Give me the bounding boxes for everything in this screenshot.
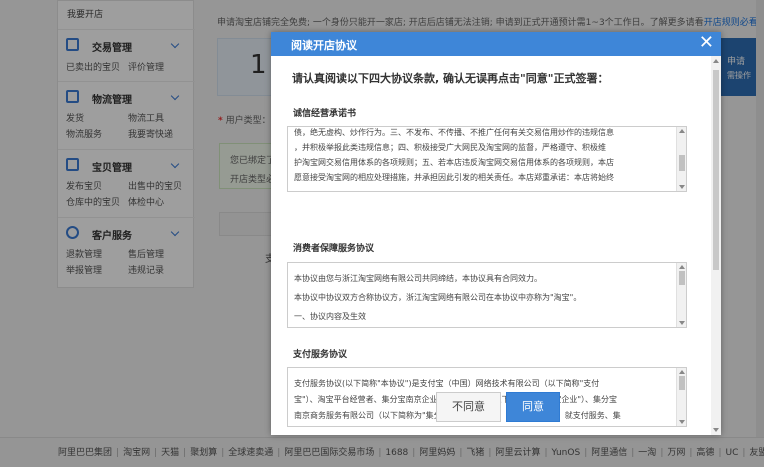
scroll-thumb[interactable] bbox=[679, 271, 685, 285]
agreement-title: 消费者保障服务协议 bbox=[293, 244, 375, 254]
agreement-modal: 阅读开店协议 ✕ 请认真阅读以下四大协议条款, 确认无误再点击"同意"正式签署：… bbox=[271, 32, 721, 435]
scroll-down-icon[interactable] bbox=[713, 428, 719, 432]
agreement-line: 护淘宝网交易信用体系的各项规则；五、若本店违反淘宝网交易信用体系的各项规则，本店 bbox=[294, 158, 614, 167]
close-icon[interactable]: ✕ bbox=[699, 33, 714, 53]
disagree-button[interactable]: 不同意 bbox=[436, 392, 501, 422]
modal-body: 请认真阅读以下四大协议条款, 确认无误再点击"同意"正式签署： 诚信经营承诺书 … bbox=[271, 56, 711, 435]
agree-button[interactable]: 同意 bbox=[506, 392, 560, 422]
scroll-up-icon[interactable] bbox=[679, 129, 685, 133]
agreement-title: 支付服务协议 bbox=[293, 350, 348, 360]
scroll-up-icon[interactable] bbox=[679, 265, 685, 269]
agreement-line: 债，绝无虚构、炒作行为。三、不发布、不传播、不推广任何有关交易信用炒作的违规信息 bbox=[294, 128, 614, 137]
agreement-line: ，并积极举报此类违规信息；四、积极接受广大网民及淘宝网的监督，严格遵守、积极维 bbox=[294, 143, 606, 152]
agreement-line: 愿意接受淘宝网的相应处理措施，并承担因此引发的相关责任。本店郑重承诺：本店将始终 bbox=[294, 173, 614, 182]
modal-intro: 请认真阅读以下四大协议条款, 确认无误再点击"同意"正式签署： bbox=[292, 72, 609, 85]
agreement-line: 本协议由您与浙江淘宝网络有限公司共同缔结，本协议具有合同效力。 bbox=[294, 274, 542, 283]
agreement-line: 一、协议内容及生效 bbox=[294, 312, 366, 321]
scroll-up-icon[interactable] bbox=[713, 59, 719, 63]
agreement-line: 支付服务协议(以下简称"本协议")是支付宝（中国）网络技术有限公司（以下简称"支… bbox=[294, 379, 600, 388]
modal-scrollbar[interactable] bbox=[711, 56, 721, 435]
scroll-thumb[interactable] bbox=[713, 70, 719, 270]
scroll-thumb[interactable] bbox=[679, 155, 685, 171]
agreement-line: 本协议中协议双方合称协议方，浙江淘宝网络有限公司在本协议中亦称为"淘宝"。 bbox=[294, 293, 582, 302]
modal-header: 阅读开店协议 ✕ bbox=[271, 32, 721, 56]
scroll-thumb[interactable] bbox=[679, 376, 685, 390]
agreement-textbox-consumer[interactable]: 本协议由您与浙江淘宝网络有限公司共同缔结，本协议具有合同效力。 本协议中协议双方… bbox=[287, 262, 687, 328]
textbox-scrollbar[interactable] bbox=[676, 368, 686, 426]
scroll-up-icon[interactable] bbox=[679, 370, 685, 374]
textbox-scrollbar[interactable] bbox=[676, 263, 686, 327]
scroll-down-icon[interactable] bbox=[679, 321, 685, 325]
scroll-down-icon[interactable] bbox=[679, 185, 685, 189]
agreement-textbox-integrity[interactable]: 债，绝无虚构、炒作行为。三、不发布、不传播、不推广任何有关交易信用炒作的违规信息… bbox=[287, 126, 687, 192]
scroll-down-icon[interactable] bbox=[679, 420, 685, 424]
agreement-title: 诚信经营承诺书 bbox=[293, 109, 357, 119]
textbox-scrollbar[interactable] bbox=[676, 127, 686, 191]
modal-title: 阅读开店协议 bbox=[291, 39, 357, 52]
